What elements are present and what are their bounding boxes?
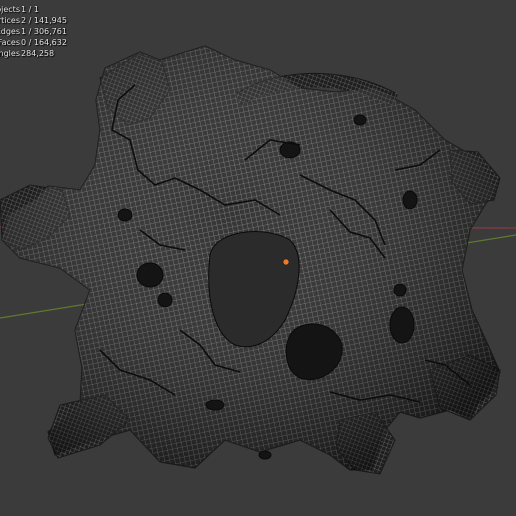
stat-value: 284,258 bbox=[21, 49, 55, 58]
stat-row-objects: Objects 1 / 1 bbox=[0, 4, 67, 15]
stat-value: 0 / 164,632 bbox=[21, 38, 67, 47]
stat-row-vertices: Vertices 2 / 141,945 bbox=[0, 15, 67, 26]
stat-value: 1 / 1 bbox=[21, 5, 39, 14]
stat-row-triangles: Triangles 284,258 bbox=[0, 48, 67, 59]
stat-label: Objects bbox=[0, 5, 20, 14]
3d-viewport[interactable]: Objects 1 / 1 Vertices 2 / 141,945 Edges… bbox=[0, 0, 516, 516]
stat-label: Vertices bbox=[0, 16, 20, 25]
stat-value: 2 / 141,945 bbox=[21, 16, 67, 25]
stat-value: 1 / 306,761 bbox=[21, 27, 67, 36]
sculpt-mesh[interactable] bbox=[0, 0, 516, 516]
stat-row-edges: Edges 1 / 306,761 bbox=[0, 26, 67, 37]
stat-row-faces: Faces 0 / 164,632 bbox=[0, 37, 67, 48]
origin-point bbox=[282, 258, 290, 266]
stat-label: Triangles bbox=[0, 49, 20, 58]
scene-statistics-overlay: Objects 1 / 1 Vertices 2 / 141,945 Edges… bbox=[0, 4, 67, 59]
stat-label: Faces bbox=[0, 38, 20, 47]
stat-label: Edges bbox=[0, 27, 20, 36]
